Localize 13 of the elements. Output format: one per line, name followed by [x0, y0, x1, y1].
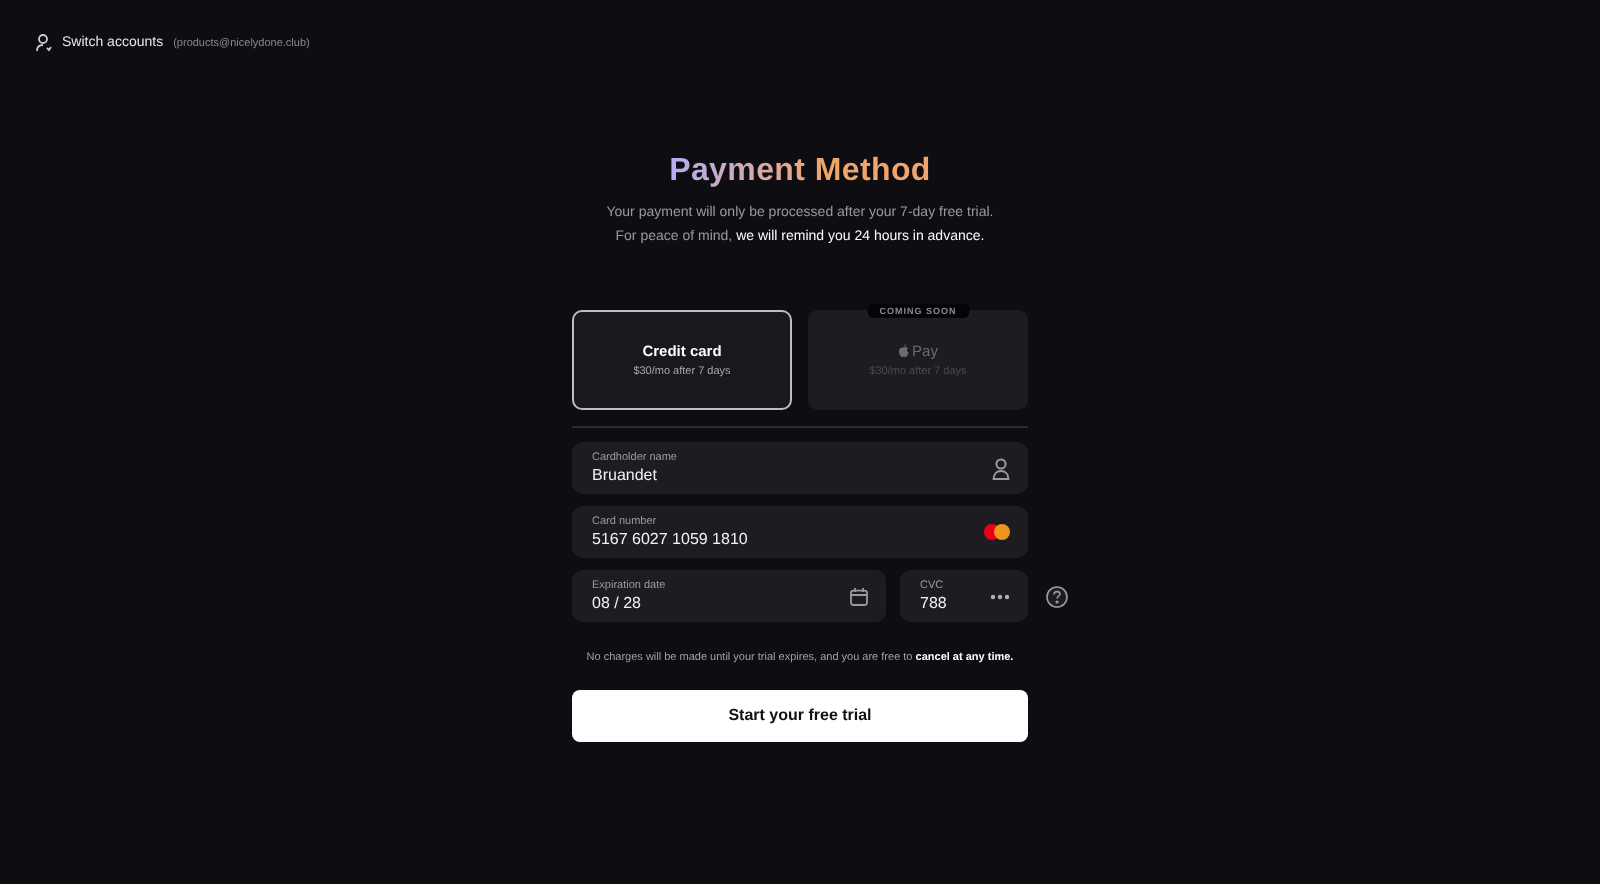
mastercard-icon [984, 524, 1010, 540]
person-icon [992, 457, 1010, 479]
apple-icon [898, 344, 911, 358]
input-field[interactable]: 788 [920, 593, 990, 613]
help-icon[interactable] [1046, 586, 1068, 608]
account-switch-icon[interactable] [36, 34, 52, 52]
input-field[interactable]: Bruandet [592, 465, 992, 485]
more-icon [990, 593, 1010, 599]
start-trial-button[interactable]: Start your free trial [572, 690, 1028, 742]
calendar-icon [850, 587, 868, 605]
input-field[interactable]: 08 / 28 [592, 593, 850, 613]
page-title: Payment Method [669, 154, 931, 190]
input-field[interactable]: 5167 6027 1059 1810 [592, 529, 984, 549]
